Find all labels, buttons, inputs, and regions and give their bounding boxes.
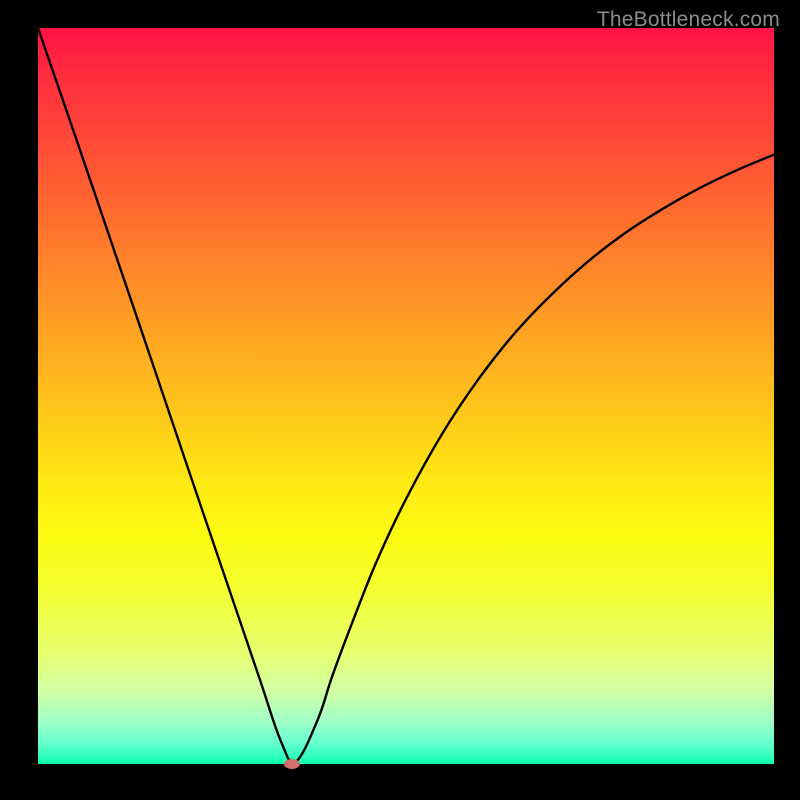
minimum-marker: [284, 759, 300, 769]
bottleneck-curve-path: [38, 28, 774, 763]
curve-svg: [38, 28, 774, 764]
chart-frame: TheBottleneck.com: [0, 0, 800, 800]
plot-area: [38, 28, 774, 764]
